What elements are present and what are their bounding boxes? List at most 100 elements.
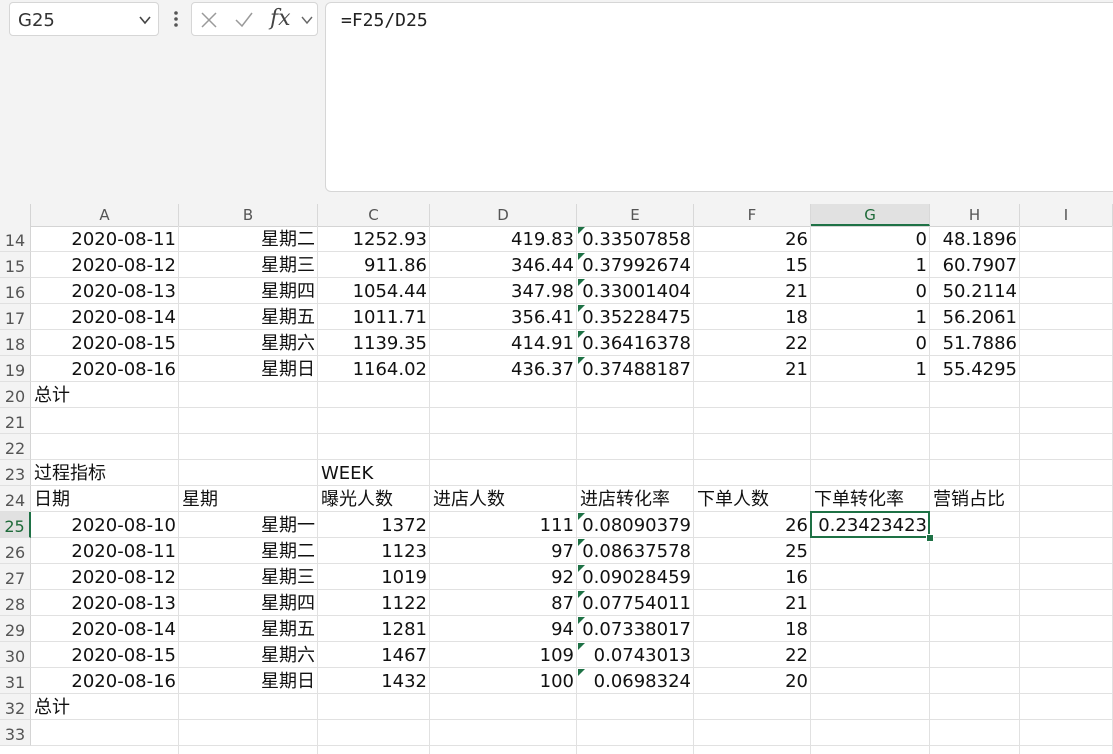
cell-f26[interactable]: 25 <box>694 538 811 564</box>
cell-b16[interactable]: 星期四 <box>179 278 318 304</box>
row-header[interactable]: 32 <box>0 694 31 720</box>
cell-c19[interactable]: 1164.02 <box>318 356 430 382</box>
cell-f29[interactable]: 18 <box>694 616 811 642</box>
cell-h15[interactable]: 60.7907 <box>930 252 1020 278</box>
cell-d30[interactable]: 109 <box>430 642 577 668</box>
cell-a17[interactable]: 2020-08-14 <box>31 304 181 330</box>
row-header[interactable]: 20 <box>0 382 31 408</box>
cell-d25[interactable]: 111 <box>430 512 577 538</box>
cell-h16[interactable]: 50.2114 <box>930 278 1020 304</box>
cell-b14[interactable]: 星期二 <box>179 226 318 252</box>
cell-e27[interactable]: 0.09028459 <box>577 564 694 590</box>
cell-c30[interactable]: 1467 <box>318 642 430 668</box>
cell-a16[interactable]: 2020-08-13 <box>31 278 181 304</box>
cell-c14[interactable]: 1252.93 <box>318 226 430 252</box>
error-indicator-icon[interactable] <box>578 513 585 520</box>
cell-e30[interactable]: 0.0743013 <box>577 642 694 668</box>
error-indicator-icon[interactable] <box>578 279 585 286</box>
cell-c15[interactable]: 911.86 <box>318 252 430 278</box>
row-header[interactable]: 22 <box>0 434 31 460</box>
cell-a15[interactable]: 2020-08-12 <box>31 252 181 278</box>
error-indicator-icon[interactable] <box>578 331 585 338</box>
cell-a27[interactable]: 2020-08-12 <box>31 564 181 590</box>
cell-d28[interactable]: 87 <box>430 590 577 616</box>
row-header[interactable]: 19 <box>0 356 31 382</box>
column-header-h[interactable]: H <box>930 204 1020 226</box>
row-header[interactable]: 29 <box>0 616 31 642</box>
cell-d29[interactable]: 94 <box>430 616 577 642</box>
cell-g16[interactable]: 0 <box>811 278 930 304</box>
cell-b24[interactable]: 星期 <box>179 486 318 512</box>
column-header-c[interactable]: C <box>318 204 430 226</box>
cell-d19[interactable]: 436.37 <box>430 356 577 382</box>
formula-input[interactable]: =F25/D25 <box>325 2 1113 192</box>
cell-c27[interactable]: 1019 <box>318 564 430 590</box>
cell-f16[interactable]: 21 <box>694 278 811 304</box>
cell-b15[interactable]: 星期三 <box>179 252 318 278</box>
cell-c25[interactable]: 1372 <box>318 512 430 538</box>
row-header[interactable]: 26 <box>0 538 31 564</box>
error-indicator-icon[interactable] <box>578 253 585 260</box>
cell-f25[interactable]: 26 <box>694 512 811 538</box>
cell-d24[interactable]: 进店人数 <box>430 486 577 512</box>
cell-f31[interactable]: 20 <box>694 668 811 694</box>
cell-d27[interactable]: 92 <box>430 564 577 590</box>
row-header[interactable]: 30 <box>0 642 31 668</box>
cell-d31[interactable]: 100 <box>430 668 577 694</box>
cell-b19[interactable]: 星期日 <box>179 356 318 382</box>
cancel-icon[interactable] <box>200 11 218 29</box>
cell-b25[interactable]: 星期一 <box>179 512 318 538</box>
row-header[interactable]: 27 <box>0 564 31 590</box>
chevron-down-icon[interactable] <box>138 13 152 27</box>
more-options-icon[interactable] <box>170 8 182 30</box>
cell-c24[interactable]: 曝光人数 <box>318 486 430 512</box>
fill-handle[interactable] <box>926 534 934 542</box>
column-header-g[interactable]: G <box>811 204 930 226</box>
name-box[interactable]: G25 <box>9 2 159 36</box>
cell-b18[interactable]: 星期六 <box>179 330 318 356</box>
cell-f15[interactable]: 15 <box>694 252 811 278</box>
cell-f24[interactable]: 下单人数 <box>694 486 811 512</box>
column-header-f[interactable]: F <box>694 204 811 226</box>
cell-a29[interactable]: 2020-08-14 <box>31 616 181 642</box>
cell-e15[interactable]: 0.37992674 <box>577 252 694 278</box>
cell-b31[interactable]: 星期日 <box>179 668 318 694</box>
cell-e14[interactable]: 0.33507858 <box>577 226 694 252</box>
cell-f17[interactable]: 18 <box>694 304 811 330</box>
cell-d16[interactable]: 347.98 <box>430 278 577 304</box>
cell-h14[interactable]: 48.1896 <box>930 226 1020 252</box>
cell-e26[interactable]: 0.08637578 <box>577 538 694 564</box>
cell-c28[interactable]: 1122 <box>318 590 430 616</box>
cell-a18[interactable]: 2020-08-15 <box>31 330 181 356</box>
cell-f14[interactable]: 26 <box>694 226 811 252</box>
cell-h17[interactable]: 56.2061 <box>930 304 1020 330</box>
row-header[interactable]: 23 <box>0 460 31 486</box>
row-header[interactable]: 16 <box>0 278 31 304</box>
cell-f28[interactable]: 21 <box>694 590 811 616</box>
cell-d14[interactable]: 419.83 <box>430 226 577 252</box>
error-indicator-icon[interactable] <box>578 357 585 364</box>
cell-f18[interactable]: 22 <box>694 330 811 356</box>
row-header[interactable]: 17 <box>0 304 31 330</box>
select-all-corner[interactable] <box>0 204 31 226</box>
spreadsheet-grid[interactable]: ABCDEFGHI 14 2020-08-11 星期二 1252.93 419.83 0.… <box>0 204 1113 754</box>
cell-c18[interactable]: 1139.35 <box>318 330 430 356</box>
row-header[interactable]: 18 <box>0 330 31 356</box>
error-indicator-icon[interactable] <box>578 539 585 546</box>
cell-a24[interactable]: 日期 <box>31 486 179 512</box>
cell-b17[interactable]: 星期五 <box>179 304 318 330</box>
cell-d18[interactable]: 414.91 <box>430 330 577 356</box>
error-indicator-icon[interactable] <box>578 669 585 676</box>
cell-e16[interactable]: 0.33001404 <box>577 278 694 304</box>
cell-a30[interactable]: 2020-08-15 <box>31 642 181 668</box>
cell-g17[interactable]: 1 <box>811 304 930 330</box>
error-indicator-icon[interactable] <box>578 305 585 312</box>
cell-c26[interactable]: 1123 <box>318 538 430 564</box>
column-header-d[interactable]: D <box>430 204 577 226</box>
cell-a31[interactable]: 2020-08-16 <box>31 668 181 694</box>
row-header[interactable]: 24 <box>0 486 31 512</box>
cell-c16[interactable]: 1054.44 <box>318 278 430 304</box>
cell-a19[interactable]: 2020-08-16 <box>31 356 181 382</box>
row-header[interactable]: 28 <box>0 590 31 616</box>
row-header[interactable]: 14 <box>0 226 31 252</box>
